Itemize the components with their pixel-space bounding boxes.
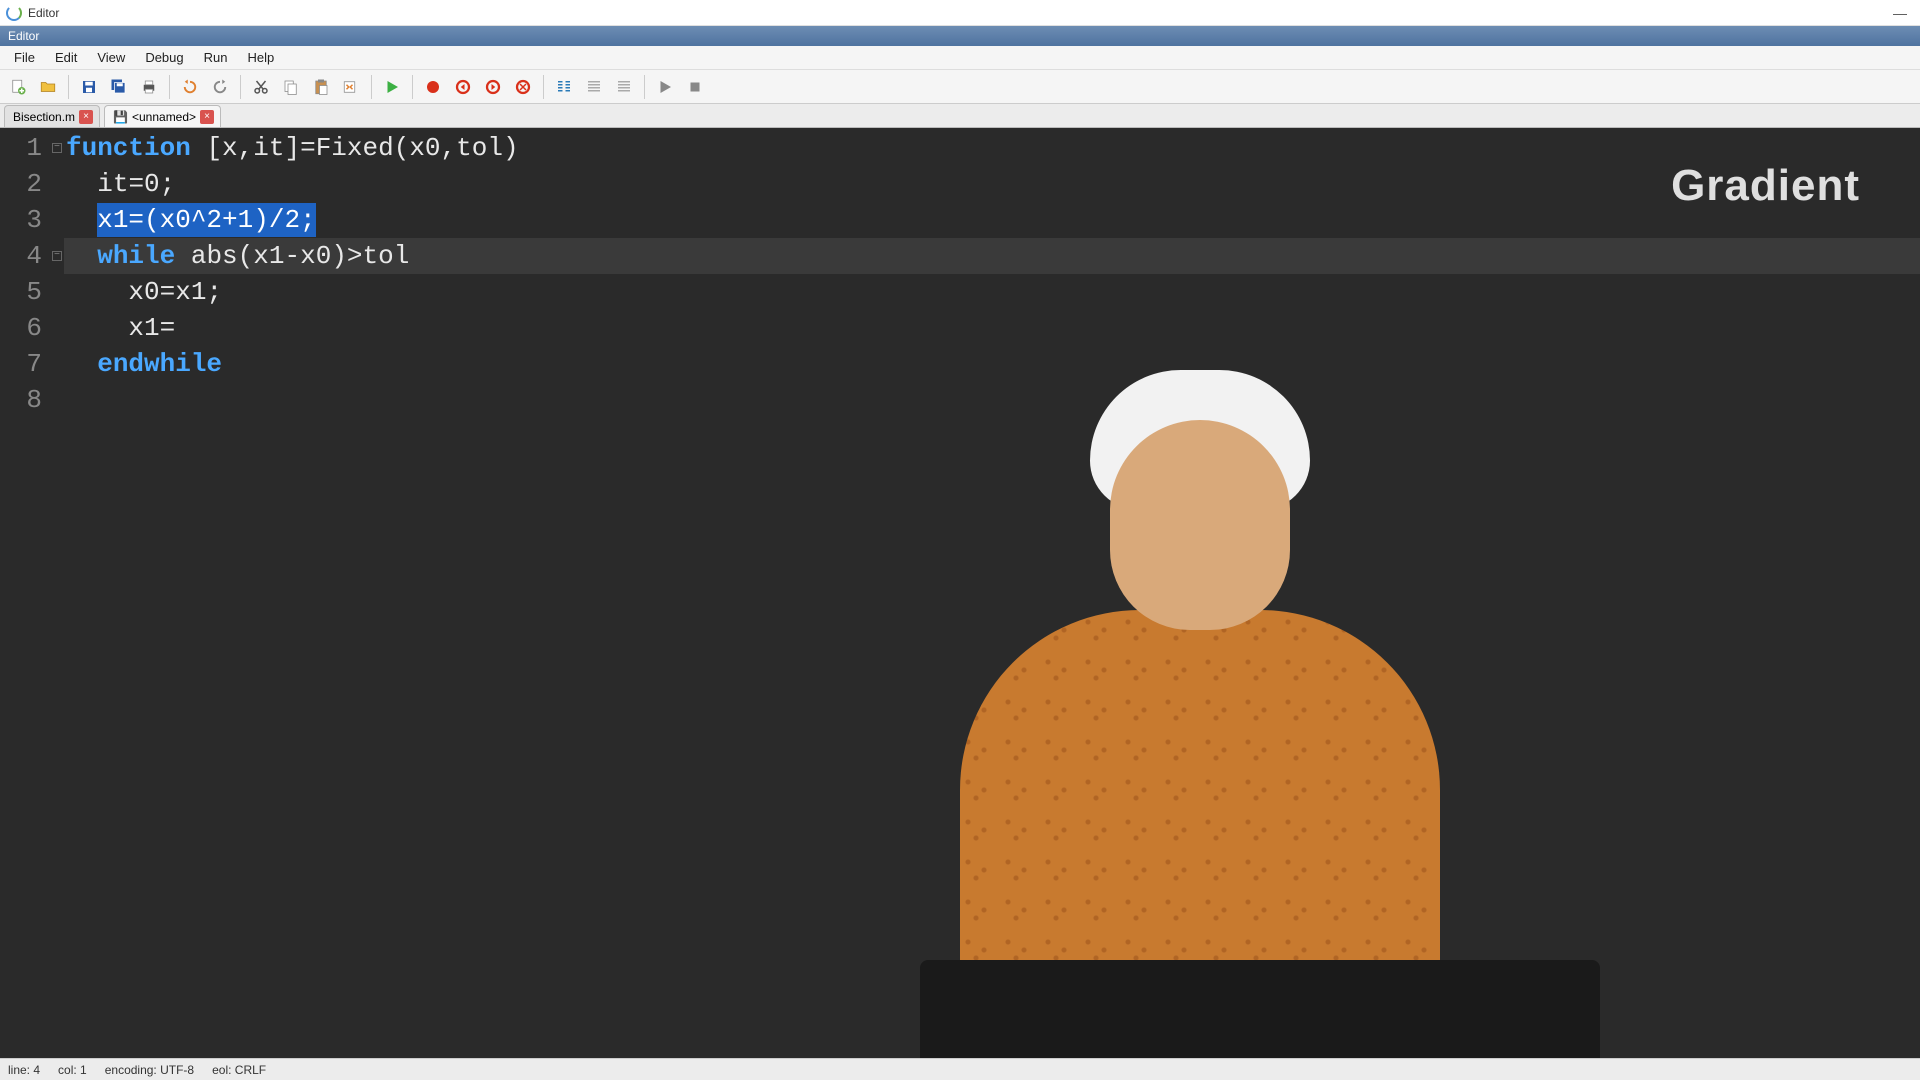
save-button[interactable] — [75, 73, 103, 101]
menu-bar: File Edit View Debug Run Help — [0, 46, 1920, 70]
toolbar-separator — [371, 75, 372, 99]
toolbar-separator — [644, 75, 645, 99]
save-icon: 💾 — [113, 110, 128, 124]
toolbar-separator — [543, 75, 544, 99]
title-bar: Editor — — [0, 0, 1920, 26]
menu-run[interactable]: Run — [194, 48, 238, 67]
undo-button[interactable] — [176, 73, 204, 101]
code-line[interactable]: x1= — [64, 310, 1920, 346]
menu-debug[interactable]: Debug — [135, 48, 193, 67]
code-line[interactable]: it=0; — [64, 166, 1920, 202]
stop-debug-button[interactable] — [509, 73, 537, 101]
code-line[interactable]: function [x,it]=Fixed(x0,tol) — [64, 130, 1920, 166]
code-line[interactable]: x1=(x0^2+1)/2; — [64, 202, 1920, 238]
close-icon[interactable]: × — [79, 110, 93, 124]
run-button[interactable] — [378, 73, 406, 101]
close-icon[interactable]: × — [200, 110, 214, 124]
menu-file[interactable]: File — [4, 48, 45, 67]
toolbar — [0, 70, 1920, 104]
watermark-text: Gradient — [1671, 168, 1860, 204]
tab-label: Bisection.m — [13, 110, 75, 124]
status-bar: line: 4 col: 1 encoding: UTF-8 eol: CRLF — [0, 1058, 1920, 1080]
outdent-block-button[interactable] — [580, 73, 608, 101]
code-content[interactable]: function [x,it]=Fixed(x0,tol) it=0; x1=(… — [64, 128, 1920, 1058]
fold-column: −− — [50, 128, 64, 1058]
new-file-button[interactable] — [4, 73, 32, 101]
step-back-button[interactable] — [449, 73, 477, 101]
menu-edit[interactable]: Edit — [45, 48, 87, 67]
file-tab-bisection[interactable]: Bisection.m × — [4, 105, 100, 127]
stop-button[interactable] — [681, 73, 709, 101]
status-encoding: encoding: UTF-8 — [105, 1063, 194, 1077]
breakpoint-button[interactable] — [419, 73, 447, 101]
line-number-gutter: 12345678 — [0, 128, 50, 1058]
toolbar-separator — [412, 75, 413, 99]
status-col: col: 1 — [58, 1063, 87, 1077]
window-title: Editor — [28, 6, 59, 20]
copy-button[interactable] — [277, 73, 305, 101]
code-line[interactable]: x0=x1; — [64, 274, 1920, 310]
code-line[interactable]: endwhile — [64, 346, 1920, 382]
menu-help[interactable]: Help — [237, 48, 284, 67]
comment-block-button[interactable] — [610, 73, 638, 101]
toolbar-separator — [68, 75, 69, 99]
step-over-button[interactable] — [479, 73, 507, 101]
tab-bar: Bisection.m × 💾 <unnamed> × — [0, 104, 1920, 128]
panel-header: Editor — [0, 26, 1920, 46]
minimize-button[interactable]: — — [1886, 3, 1914, 23]
toolbar-separator — [169, 75, 170, 99]
play-debug-button[interactable] — [651, 73, 679, 101]
file-tab-unnamed[interactable]: 💾 <unnamed> × — [104, 105, 221, 127]
panel-title: Editor — [8, 29, 39, 43]
redo-button[interactable] — [206, 73, 234, 101]
menu-view[interactable]: View — [87, 48, 135, 67]
find-replace-button[interactable] — [337, 73, 365, 101]
paste-button[interactable] — [307, 73, 335, 101]
open-folder-button[interactable] — [34, 73, 62, 101]
code-editor[interactable]: 12345678 −− function [x,it]=Fixed(x0,tol… — [0, 128, 1920, 1058]
code-line[interactable] — [64, 382, 1920, 418]
indent-block-button[interactable] — [550, 73, 578, 101]
cut-button[interactable] — [247, 73, 275, 101]
status-line: line: 4 — [8, 1063, 40, 1077]
print-button[interactable] — [135, 73, 163, 101]
app-icon — [6, 5, 22, 21]
status-eol: eol: CRLF — [212, 1063, 266, 1077]
code-line[interactable]: while abs(x1-x0)>tol — [64, 238, 1920, 274]
tab-label: <unnamed> — [132, 110, 196, 124]
save-all-button[interactable] — [105, 73, 133, 101]
toolbar-separator — [240, 75, 241, 99]
